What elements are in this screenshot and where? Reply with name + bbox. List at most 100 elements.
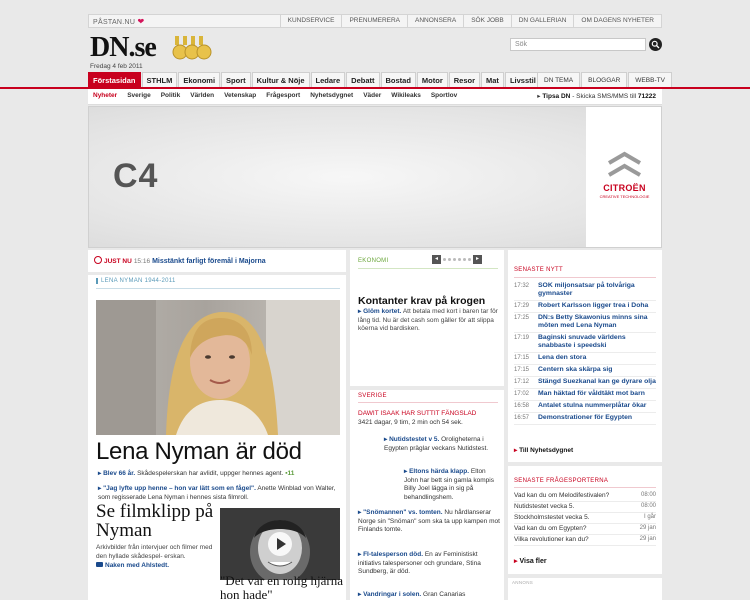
utility-link-prenumerera[interactable]: PRENUMERERA [341,15,407,27]
list-item[interactable]: 17:19 Baginski snuvade världens snabbaste… [514,333,656,353]
subnav-sportlov[interactable]: Sportlov [431,92,457,99]
list-item[interactable]: 17:12 Stängd Suezkanal kan ge dyrare olja [514,377,656,389]
ad-banner[interactable]: C4 CITROËN CREATIVE TECHNOLOGIE [88,106,662,248]
nav-sthlm[interactable]: STHLM [141,72,178,88]
list-item[interactable]: ▸ Nutidstestet v 5. Oroligheterna i Egyp… [384,436,500,453]
pager-dot[interactable] [463,258,466,261]
main-nav: Förstasidan STHLM Ekonomi Sport Kultur &… [88,72,542,88]
nav-bloggar[interactable]: BLOGGAR [581,72,628,88]
list-item[interactable]: 17:15 Centern ska skärpa sig [514,365,656,377]
list-item[interactable]: Vilka revolutioner kan du? 29 jan [514,535,656,546]
nav-forstasidan[interactable]: Förstasidan [88,72,141,88]
site-logo[interactable]: DN.se [90,32,157,64]
latest-news-list: 17:32 SOK miljonsatsar på tolvåriga gymna… [514,281,656,425]
ekonomi-headline[interactable]: Kontanter krav på krogen [358,295,502,307]
medals-icon [172,36,212,60]
list-item[interactable]: 17:29 Robert Karlsson ligger trea i Doha [514,301,656,313]
play-icon[interactable] [268,532,292,556]
video-link[interactable]: Naken med Ahlstedt. [96,562,169,569]
brand-tagline: CREATIVE TECHNOLOGIE [599,194,650,199]
lead-headline[interactable]: Lena Nyman är död [96,438,302,466]
ekonomi-label: EKONOMI [358,258,389,264]
banner-model-text: C4 [113,157,159,195]
subnav-vetenskap[interactable]: Vetenskap [224,92,256,99]
quiz-box: SENASTE FRÅGESPORTERNA Vad kan du om Mel… [508,466,662,574]
nav-ekonomi[interactable]: Ekonomi [178,72,221,88]
nav-dn-tema[interactable]: DN TEMA [537,72,581,88]
utility-link-dn-gallerian[interactable]: DN GALLERIAN [510,15,574,27]
video-headline[interactable]: Se filmklipp på Nyman [96,502,216,540]
list-item[interactable]: ▸ FI-talesperson död. En av Feministiskt… [358,551,500,577]
pastan-link[interactable]: PÅSTAN.NU ❤ [93,17,145,26]
pager-dot[interactable] [448,258,451,261]
list-item[interactable]: Stockholmstestet vecka 5. I går [514,513,656,524]
pager-dot[interactable] [458,258,461,261]
show-more-link[interactable]: ▸ Visa fler [514,557,547,565]
subnav-nyhetsdygnet[interactable]: Nyhetsdygnet [310,92,353,99]
quote-headline[interactable]: "Det var en rolig hjärna hon hade" [220,574,344,600]
list-item[interactable]: ▸ Eltons härda klapp. Elton John har bet… [404,468,500,502]
list-item[interactable]: 16:57 Demonstrationer för Egypten [514,413,656,425]
lead-bullet-1[interactable]: ▸ Blev 66 år. Skådespelerskan har avlidi… [98,470,338,479]
utility-bar: PÅSTAN.NU ❤ KUNDSERVICE PRENUMERERA ANNO… [88,14,662,28]
utility-link-kundservice[interactable]: KUNDSERVICE [279,15,342,27]
tips-link[interactable]: ▸ Tipsa DN - Skicka SMS/MMS till 71222 [537,92,656,100]
just-nu-ticker[interactable]: JUST NU 15:16 Misstänkt farligt föremål i … [94,256,266,265]
utility-link-sok-jobb[interactable]: SÖK JOBB [463,15,511,27]
nav-ledare[interactable]: Ledare [310,72,346,88]
subnav-sverige[interactable]: Sverige [127,92,151,99]
dawit-isaak-counter: 3421 dagar, 9 tim, 2 min och 54 sek. [358,419,463,426]
subnav-politik[interactable]: Politik [161,92,181,99]
list-item[interactable]: Nutidstestet vecka 5. 08:00 [514,502,656,513]
nav-sport[interactable]: Sport [221,72,251,88]
subnav-fragesport[interactable]: Frågesport [266,92,300,99]
pager-dot[interactable] [443,258,446,261]
column-separator [350,386,504,390]
quiz-list: Vad kan du om Melodifestivalen? 08:00 Nut… [514,491,656,546]
sverige-divider [358,402,498,403]
pager-prev-button[interactable]: ◂ [432,255,441,264]
just-nu-headline[interactable]: Misstänkt farligt föremål i Majorna [152,258,266,265]
nav-motor[interactable]: Motor [416,72,448,88]
list-item[interactable]: 17:25 DN:s Betty Skawonius minns sina möt… [514,313,656,333]
nav-webb-tv[interactable]: WEBB-TV [628,72,672,88]
video-thumbnail[interactable] [220,508,340,580]
list-item[interactable]: 17:15 Lena den stora [514,353,656,365]
subnav-varlden[interactable]: Världen [190,92,214,99]
heart-icon: ❤ [137,17,145,26]
ekonomi-divider [358,268,498,269]
subnav-wikileaks[interactable]: Wikileaks [391,92,421,99]
subnav-vader[interactable]: Väder [363,92,381,99]
list-item[interactable]: Vad kan du om Egypten? 29 jan [514,524,656,535]
kicker-divider [96,288,340,289]
pager-dot[interactable] [468,258,471,261]
utility-link-om-dn[interactable]: OM DAGENS NYHETER [573,15,661,27]
citroen-chevron-icon [607,151,642,177]
nav-kultur[interactable]: Kultur & Nöje [251,72,310,88]
utility-links: KUNDSERVICE PRENUMERERA ANNONSERA SÖK JO… [279,15,661,27]
nav-bostad[interactable]: Bostad [380,72,416,88]
list-item[interactable]: 16:58 Antalet stulna nummerplåtar ökar [514,401,656,413]
lead-column: JUST NU 15:16 Misstänkt farligt föremål i … [88,250,346,600]
search-input[interactable]: Sök [510,38,646,51]
ekonomi-teaser[interactable]: ▸ Glöm kortet. Att betala med kort i bar… [358,308,500,334]
comment-icon[interactable]: ▪11 [285,470,294,477]
list-item[interactable]: ▸ "Snömannen" vs. tomten. Nu hårdlansera… [358,509,500,535]
sub-nav: Nyheter Sverige Politik Världen Vetenska… [88,89,662,105]
ad-slot: ANNONS [508,578,662,600]
list-item[interactable]: 17:02 Man häktad för våldtäkt mot barn [514,389,656,401]
nav-resor[interactable]: Resor [448,72,481,88]
search-button[interactable] [649,38,662,51]
nyhetsdygnet-link[interactable]: ▸ Till Nyhetsdygnet [514,446,573,454]
nav-debatt[interactable]: Debatt [346,72,380,88]
subnav-nyheter[interactable]: Nyheter [93,92,117,99]
pager-dot[interactable] [453,258,456,261]
nav-mat[interactable]: Mat [481,72,504,88]
utility-link-annonsera[interactable]: ANNONSERA [407,15,463,27]
list-item[interactable]: 17:32 SOK miljonsatsar på tolvåriga gymna… [514,281,656,301]
pager-next-button[interactable]: ▸ [473,255,482,264]
lead-photo[interactable] [96,300,340,435]
list-item[interactable]: ▸ Vandringar i solen. Gran Canarias [358,591,500,600]
list-item[interactable]: Vad kan du om Melodifestivalen? 08:00 [514,491,656,502]
lead-bullet-2[interactable]: ▸ "Jag lyfte upp henne – hon var lätt so… [98,485,338,502]
